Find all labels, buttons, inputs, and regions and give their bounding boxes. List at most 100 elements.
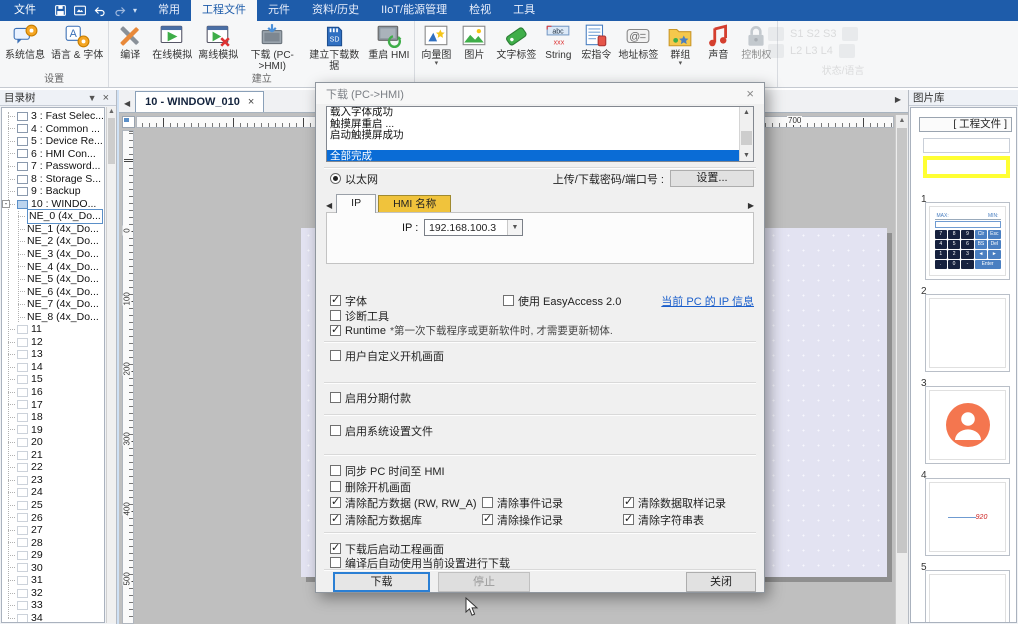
ip-combobox[interactable]: 192.168.100.3 ▼ [424,219,523,236]
ribbon-button-offline-simulation[interactable]: 离线模拟 [195,22,241,61]
menu-tab-4[interactable]: 资料/历史 [301,0,370,21]
clear-string-table-checkbox[interactable]: 清除字符串表 [623,512,704,528]
dropdown-arrow-icon[interactable]: ▾ [679,61,683,67]
menu-tab-1[interactable]: 常用 [147,0,191,21]
ruler-corner-icon[interactable] [122,116,135,128]
tree-item[interactable]: NE_6 (4x_Do... [2,286,104,299]
delete-boot-screen-checkbox[interactable]: 删除开机画面 [330,479,411,495]
tree-scrollbar[interactable]: ▲ [106,107,116,623]
window-tab[interactable]: 10 - WINDOW_010 × [135,91,264,112]
ribbon-button-macro[interactable]: 宏指令 [577,22,615,61]
system-settings-file-checkbox[interactable]: 启用系统设置文件 [330,423,433,439]
tree-item[interactable]: 29 [2,549,104,562]
tree-item[interactable]: 30 [2,562,104,575]
export-image-icon[interactable] [73,4,87,17]
runtime-checkbox[interactable]: Runtime [330,325,386,337]
clear-operation-log-checkbox[interactable]: 清除操作记录 [482,512,563,528]
ribbon-button-language-font[interactable]: A语言 & 字体 [48,22,106,61]
installment-checkbox[interactable]: 启用分期付款 [330,390,411,406]
panel-close-icon[interactable]: × [100,92,112,104]
tree-item[interactable]: 22 [2,461,104,474]
library-item-empty[interactable] [925,294,1010,372]
tree-item[interactable]: NE_5 (4x_Do... [2,273,104,286]
customize-toolbar-icon[interactable]: ▾ [133,6,137,15]
library-item-person[interactable] [925,386,1010,464]
tree-item[interactable]: NE_2 (4x_Do... [2,235,104,248]
tree-item[interactable]: 15 [2,373,104,386]
save-icon[interactable] [54,4,67,17]
ribbon-button-string[interactable]: abcxxxString [539,22,577,61]
ribbon-button-vector-graphic[interactable]: 向量图▾ [417,22,455,67]
ribbon-button-text-label[interactable]: 文字标签 [493,22,539,61]
clear-event-log-checkbox[interactable]: 清除事件记录 [482,495,563,511]
log-selected-line[interactable]: 全部完成 [327,150,739,162]
ribbon-button-build-download-data[interactable]: SD建立下载数据 [303,22,365,72]
tree-item[interactable]: 18 [2,411,104,424]
tree-item[interactable]: 14 [2,361,104,374]
library-empty-slot[interactable] [923,138,1010,153]
download-button[interactable]: 下载 [333,572,430,592]
ribbon-button-system-info[interactable]: 系统信息 [2,22,48,61]
ribbon-button-online-simulation[interactable]: 在线模拟 [149,22,195,61]
clear-recipe-db-checkbox[interactable]: 清除配方数据库 [330,512,422,528]
tree-item[interactable]: 28 [2,537,104,550]
menu-tab-5[interactable]: IIoT/能源管理 [370,0,458,21]
tree-item[interactable]: 4 : Common ... [2,123,104,136]
library-item-line[interactable]: 920 [925,478,1010,556]
panel-dropdown-icon[interactable]: ▼ [85,93,100,103]
tree-item[interactable]: NE_3 (4x_Do... [2,248,104,261]
tab-close-icon[interactable]: × [248,96,254,108]
dialog-close-icon[interactable]: × [746,86,754,101]
tree-item[interactable]: 9 : Backup [2,185,104,198]
tree-item[interactable]: 20 [2,436,104,449]
tree-expand-icon[interactable]: - [2,200,10,208]
ribbon-button-compile[interactable]: 编译 [111,22,149,61]
tree-item[interactable]: 33 [2,599,104,612]
tab-hmi-name[interactable]: HMI 名称 [378,195,451,213]
diagnostic-tool-checkbox[interactable]: 诊断工具 [330,308,389,324]
canvas-vertical-scrollbar[interactable]: ▲ [895,115,908,624]
custom-boot-screen-checkbox[interactable]: 用户自定义开机画面 [330,348,444,364]
menu-tab-3[interactable]: 元件 [257,0,301,21]
library-selected-slot[interactable] [923,156,1010,178]
tree-item[interactable]: 11 [2,323,104,336]
close-button[interactable]: 关闭 [686,572,756,592]
tree-item[interactable]: NE_7 (4x_Do... [2,298,104,311]
pc-ip-info-link[interactable]: 当前 PC 的 IP 信息 [661,293,754,309]
ribbon-button-picture[interactable]: 图片 [455,22,493,61]
ethernet-radio[interactable] [330,173,341,184]
tree-item[interactable]: 7 : Password... [2,160,104,173]
easyaccess-checkbox[interactable]: 使用 EasyAccess 2.0 [503,293,621,309]
tree-item[interactable]: 5 : Device Re... [2,135,104,148]
tree-item[interactable]: NE_8 (4x_Do... [2,311,104,324]
dialog-title-bar[interactable]: 下载 (PC->HMI) × [316,83,764,104]
clear-data-sampling-checkbox[interactable]: 清除数据取样记录 [623,495,726,511]
tree-item[interactable]: NE_1 (4x_Do... [2,223,104,236]
tree-item[interactable]: 8 : Storage S... [2,173,104,186]
tree-item[interactable]: 31 [2,574,104,587]
tree-item[interactable]: 12 [2,336,104,349]
dropdown-arrow-icon[interactable]: ▾ [435,61,439,67]
tree-item[interactable]: 3 : Fast Selec... [2,110,104,123]
tab-scroll-left-icon[interactable]: ◀ [119,99,135,112]
ribbon-button-address-tag[interactable]: @地址标签 [615,22,661,61]
redo-icon[interactable] [113,5,127,17]
tree-item[interactable]: 17 [2,399,104,412]
tree-item[interactable]: 25 [2,499,104,512]
library-item-keypad[interactable]: MAX:MIN:789ClrEsc456BSDel123◄►.0-Enter [925,202,1010,280]
menu-tab-7[interactable]: 工具 [502,0,546,21]
settings-button[interactable]: 设置... [670,170,754,187]
tab-ip[interactable]: IP [336,194,376,213]
tree-item[interactable]: 6 : HMI Con... [2,148,104,161]
log-scrollbar[interactable]: ▲▼ [739,107,753,161]
menu-tab-2[interactable]: 工程文件 [191,0,257,21]
tree-item[interactable]: NE_0 (4x_Do... [2,210,104,223]
combobox-dropdown-icon[interactable]: ▼ [507,220,522,235]
tree-item[interactable]: 21 [2,449,104,462]
ribbon-button-download[interactable]: 下载 (PC->HMI) [241,22,303,72]
project-file-button[interactable]: [ 工程文件 ] [919,117,1012,132]
tree-item[interactable]: 27 [2,524,104,537]
tree-item[interactable]: 32 [2,587,104,600]
tree-item[interactable]: 26 [2,512,104,525]
ribbon-button-reboot-hmi[interactable]: 重启 HMI [365,22,412,61]
